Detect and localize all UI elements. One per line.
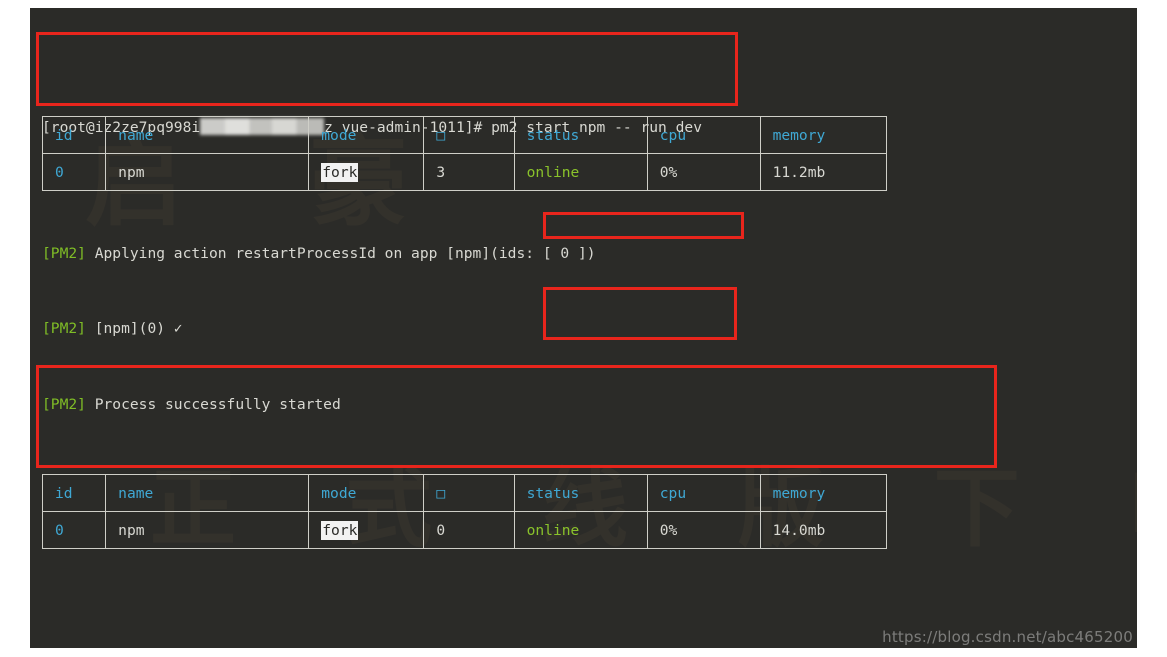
cell-status: online <box>513 511 648 549</box>
cell-status: online <box>513 153 648 191</box>
pm2-tag: [PM2] <box>42 396 86 413</box>
terminal-line-pm2-1c: [PM2] Process successfully started <box>42 392 1137 417</box>
table-spacer <box>42 594 1137 619</box>
screenshot-root: 启 豪 正 式 线 版 下 吧 ！ [root@iz2ze7pq998iz vu… <box>0 0 1167 657</box>
header-mode: mode <box>308 474 425 512</box>
header-id: id <box>41 116 107 154</box>
cell-mode-highlight: fork <box>321 520 359 540</box>
table-header-row: id name mode □ status cpu memory <box>41 116 888 154</box>
pm2-message: Applying action restartProcessId on app … <box>94 244 596 262</box>
cell-restart: 3 <box>423 153 515 191</box>
table-row: 0 npm fork 3 online 0% 11.2mb <box>41 153 888 191</box>
terminal-line-pm2-1a: [PM2] Applying action restartProcessId o… <box>42 241 1137 266</box>
header-memory: memory <box>759 474 888 512</box>
cell-memory: 11.2mb <box>759 153 888 191</box>
pm2-process-table-2: id name mode □ status cpu memory 0 npm f… <box>41 474 888 549</box>
table-row: 0 npm fork 0 online 0% 14.0mb <box>41 511 888 549</box>
header-id: id <box>41 474 107 512</box>
cell-cpu: 0% <box>646 153 761 191</box>
cell-memory: 14.0mb <box>759 511 888 549</box>
pm2-tag: [PM2] <box>42 320 86 338</box>
terminal-text: [root@iz2ze7pq998i z vue-admin-1011]# pm2… <box>42 14 1137 648</box>
header-status: status <box>513 474 648 512</box>
header-cpu: cpu <box>646 116 761 154</box>
cell-mode-highlight: fork <box>321 162 359 182</box>
table-header-row: id name mode □ status cpu memory <box>41 474 888 512</box>
header-memory: memory <box>759 116 888 154</box>
header-name: name <box>105 474 310 512</box>
cell-id: 0 <box>41 153 107 191</box>
terminal-window[interactable]: 启 豪 正 式 线 版 下 吧 ！ [root@iz2ze7pq998iz vu… <box>30 8 1137 648</box>
cell-name: npm <box>105 511 310 549</box>
header-mode: mode <box>308 116 425 154</box>
pm2-process-table-1: id name mode □ status cpu memory 0 npm f… <box>41 116 888 191</box>
cell-cpu: 0% <box>646 511 761 549</box>
header-restart: □ <box>423 116 515 154</box>
blog-url-watermark: https://blog.csdn.net/abc465200 <box>882 628 1133 646</box>
pm2-message: [npm](0) ✓ <box>94 320 183 338</box>
header-name: name <box>105 116 310 154</box>
cell-mode: fork <box>308 153 425 191</box>
cell-restart: 0 <box>423 511 515 549</box>
cell-id: 0 <box>41 511 107 549</box>
cell-mode: fork <box>308 511 425 549</box>
pm2-message: Process successfully started <box>94 396 341 413</box>
header-status: status <box>513 116 648 154</box>
cell-name: npm <box>105 153 310 191</box>
pm2-tag: [PM2] <box>42 244 86 262</box>
header-cpu: cpu <box>646 474 761 512</box>
header-restart: □ <box>423 474 515 512</box>
terminal-line-pm2-1b: [PM2] [npm](0) ✓ <box>42 316 1137 341</box>
